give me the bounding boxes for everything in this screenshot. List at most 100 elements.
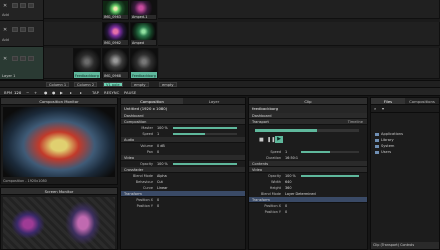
resync-button[interactable]: RESYNC xyxy=(104,90,119,95)
tap-button[interactable]: TAP xyxy=(92,90,99,95)
tab-files[interactable]: Files xyxy=(371,98,405,104)
tab-compositions[interactable]: Compositions xyxy=(405,98,439,104)
clip-slot[interactable] xyxy=(303,0,333,19)
clip-slot[interactable] xyxy=(275,48,305,79)
stop-icon[interactable]: ■ xyxy=(259,137,264,143)
clip-slot[interactable] xyxy=(390,0,420,19)
timeline-bar[interactable] xyxy=(255,129,359,132)
clip-thumbnail[interactable]: Amped-1 xyxy=(130,0,157,20)
beat-dot-icon: ● xyxy=(52,90,56,95)
tab-composition[interactable]: Composition xyxy=(121,98,183,104)
clip-slot[interactable] xyxy=(303,22,333,46)
clip-thumbnail-active[interactable]: Feedbackborg xyxy=(73,48,101,79)
tree-item-users[interactable]: Users xyxy=(375,149,439,155)
select-button[interactable] xyxy=(28,56,34,61)
play-icon[interactable]: ▶ xyxy=(60,90,63,95)
close-icon[interactable]: ✕ xyxy=(3,27,7,33)
clip-slot[interactable] xyxy=(245,22,275,46)
solo-button[interactable] xyxy=(20,3,26,8)
clip-thumbnail[interactable]: IMG_0963 xyxy=(102,0,129,20)
skip-icon[interactable]: ▸ xyxy=(80,90,82,95)
blend-mode-select[interactable]: Layer Determined xyxy=(285,191,316,197)
pan-value[interactable]: 0 xyxy=(157,149,159,155)
chevron-down-icon[interactable]: ▾ xyxy=(382,106,384,111)
add-clip-button[interactable]: Add xyxy=(2,38,9,42)
clip-slot[interactable] xyxy=(362,48,392,79)
speed-slider[interactable] xyxy=(301,151,359,153)
clip-slot[interactable] xyxy=(332,0,362,19)
opacity-value[interactable]: 100 % xyxy=(157,161,168,167)
curve-select[interactable]: Linear xyxy=(157,185,168,191)
clip-slot[interactable] xyxy=(216,0,246,19)
clip-slot[interactable] xyxy=(217,48,247,79)
bypass-button[interactable] xyxy=(12,27,18,32)
clip-slot[interactable] xyxy=(187,0,217,19)
clip-slot[interactable] xyxy=(44,22,74,46)
pause-button[interactable]: PAUSE xyxy=(124,90,136,95)
clip-slot[interactable] xyxy=(216,22,246,46)
bypass-button[interactable] xyxy=(12,3,18,8)
clip-slot[interactable] xyxy=(159,48,189,79)
speed-value[interactable]: 1 xyxy=(157,131,159,137)
clip-slot[interactable] xyxy=(158,0,188,19)
add-clip-button[interactable]: Add xyxy=(2,13,9,17)
opacity-slider[interactable] xyxy=(301,175,359,177)
layer-name[interactable]: Layer 1 xyxy=(2,74,15,78)
clip-slot[interactable] xyxy=(419,0,440,19)
tab-layer[interactable]: Layer xyxy=(183,98,245,104)
clip-thumbnail[interactable]: IMG_0962 xyxy=(102,22,129,46)
clip-thumbnail[interactable]: Amped xyxy=(130,22,157,46)
master-slider[interactable] xyxy=(173,127,237,129)
clip-thumbnail-active[interactable]: Feedbackborg xyxy=(130,48,158,79)
clip-slot[interactable] xyxy=(332,22,362,46)
position-y-value[interactable]: 0 xyxy=(285,209,287,215)
play-icon[interactable]: ▶ xyxy=(275,136,283,143)
clip-slot[interactable] xyxy=(420,48,440,79)
clip-slot[interactable] xyxy=(158,22,188,46)
panel-title: Clip xyxy=(249,98,367,105)
clip-slot[interactable] xyxy=(391,48,421,79)
search-icon[interactable]: ⌕ xyxy=(374,106,376,111)
clip-slot[interactable] xyxy=(274,0,304,19)
nudge-plus-icon[interactable]: + xyxy=(34,90,37,95)
composition-monitor: Composition Monitor Composition - 1920x1… xyxy=(0,97,118,185)
composition-panel: Composition Layer Untitled (1920 x 1080)… xyxy=(120,97,246,250)
clip-slot[interactable] xyxy=(187,22,217,46)
clip-slot[interactable] xyxy=(245,0,275,19)
clip-slot[interactable] xyxy=(44,0,74,19)
clip-slot[interactable] xyxy=(188,48,218,79)
solo-button[interactable] xyxy=(20,27,26,32)
close-icon[interactable]: ✕ xyxy=(3,3,7,9)
files-toolbar: ⌕ ▾ xyxy=(371,105,439,113)
select-button[interactable] xyxy=(28,27,34,32)
skip-icon[interactable]: ▸ xyxy=(70,90,72,95)
clip-slot[interactable] xyxy=(44,48,74,79)
clip-slot[interactable] xyxy=(361,22,391,46)
duration-value[interactable]: 16:50:1 xyxy=(285,155,298,161)
composition-name[interactable]: Untitled (1920 x 1080) xyxy=(121,105,245,113)
select-button[interactable] xyxy=(28,3,34,8)
clip-slot[interactable] xyxy=(73,0,103,19)
clip-slot[interactable] xyxy=(246,48,276,79)
clip-grid: ✕ Add IMG_0963 Amped-1 ✕ Add IMG_0962 Am… xyxy=(0,0,440,86)
bpm-value[interactable]: 120 xyxy=(14,90,21,95)
clip-slot[interactable] xyxy=(390,22,420,46)
clip-slot[interactable] xyxy=(333,48,363,79)
close-icon[interactable]: ✕ xyxy=(3,56,7,62)
nudge-minus-icon[interactable]: − xyxy=(26,90,29,95)
clip-name[interactable]: feedbackborg xyxy=(249,105,367,113)
speed-slider[interactable] xyxy=(173,133,237,135)
clip-slot[interactable] xyxy=(419,22,440,46)
clip-thumbnail[interactable]: IMG_0968 xyxy=(102,48,129,79)
position-y-value[interactable]: 0 xyxy=(157,203,159,209)
clip-slot[interactable] xyxy=(304,48,334,79)
clip-slot[interactable] xyxy=(274,22,304,46)
clip-slot[interactable] xyxy=(73,22,103,46)
screen-monitor: Screen Monitor xyxy=(0,187,118,250)
bypass-button[interactable] xyxy=(12,56,18,61)
opacity-slider[interactable] xyxy=(173,163,237,165)
column-bar: Column 1 Column 2 V1 pole empty empty xyxy=(0,80,440,87)
clip-slot[interactable] xyxy=(361,0,391,19)
solo-button[interactable] xyxy=(20,56,26,61)
folder-icon xyxy=(375,144,379,148)
